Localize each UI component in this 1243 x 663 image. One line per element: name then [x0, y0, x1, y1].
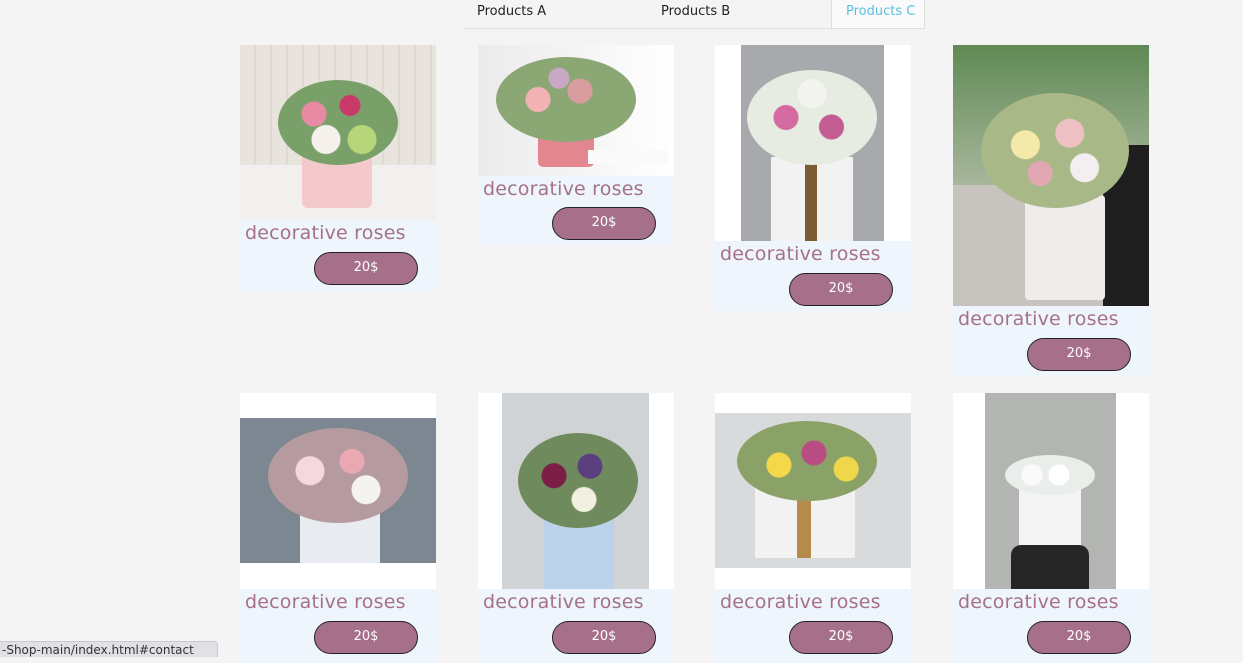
price-button[interactable]: 20$ — [789, 273, 893, 306]
product-image — [478, 45, 674, 176]
price-button[interactable]: 20$ — [552, 621, 656, 654]
product-card: decorative roses 20$ — [478, 393, 674, 663]
price-button[interactable]: 20$ — [552, 207, 656, 240]
product-card: decorative roses 20$ — [478, 45, 674, 245]
price-button[interactable]: 20$ — [789, 621, 893, 654]
product-title: decorative roses — [720, 243, 881, 265]
product-title: decorative roses — [483, 178, 644, 200]
status-bar-url: -Shop-main/index.html#contact — [0, 641, 218, 657]
product-image — [715, 45, 911, 241]
product-title: decorative roses — [245, 222, 406, 244]
product-card: decorative roses 20$ — [715, 393, 911, 663]
product-title: decorative roses — [958, 308, 1119, 330]
product-image — [953, 45, 1149, 306]
product-card: decorative roses 20$ — [715, 45, 911, 311]
product-image — [715, 393, 911, 589]
product-card: decorative roses 20$ — [240, 393, 436, 663]
price-button[interactable]: 20$ — [1027, 621, 1131, 654]
product-tabs: Products A Products B Products C — [463, 0, 925, 29]
product-image — [478, 393, 674, 589]
product-image — [953, 393, 1149, 589]
price-button[interactable]: 20$ — [314, 252, 418, 285]
product-title: decorative roses — [483, 591, 644, 613]
price-button[interactable]: 20$ — [314, 621, 418, 654]
product-image — [240, 45, 436, 220]
tab-products-c[interactable]: Products C — [831, 0, 925, 28]
tab-products-b[interactable]: Products B — [647, 0, 831, 28]
tab-products-a[interactable]: Products A — [463, 0, 647, 28]
product-card: decorative roses 20$ — [240, 45, 436, 290]
product-title: decorative roses — [958, 591, 1119, 613]
product-card: decorative roses 20$ — [953, 45, 1149, 376]
product-card: decorative roses 20$ — [953, 393, 1149, 663]
price-button[interactable]: 20$ — [1027, 338, 1131, 371]
product-title: decorative roses — [720, 591, 881, 613]
product-image — [240, 393, 436, 589]
product-title: decorative roses — [245, 591, 406, 613]
